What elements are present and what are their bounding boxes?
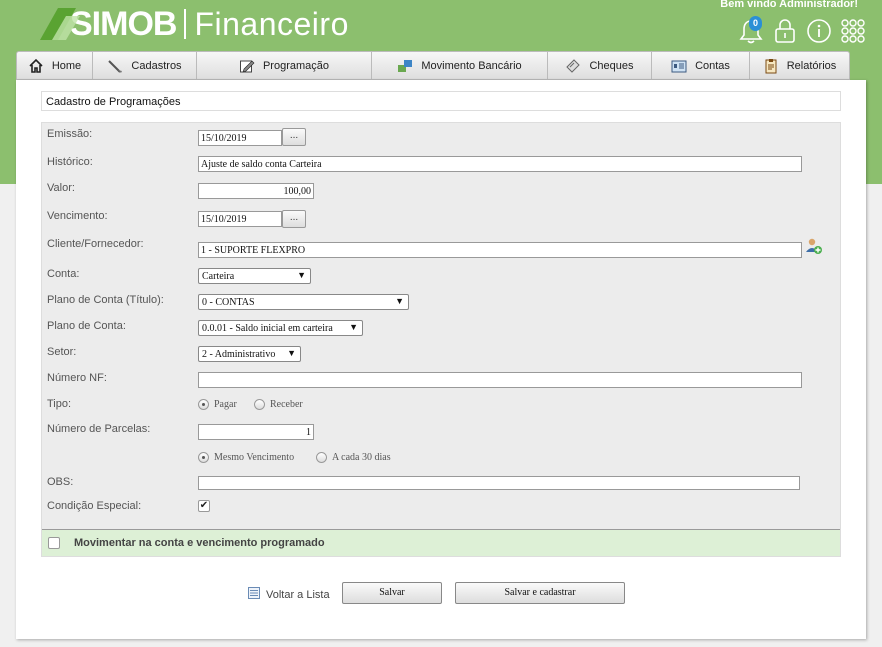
valor-field[interactable]: 100,00 bbox=[198, 183, 314, 199]
back-to-list-label: Voltar a Lista bbox=[266, 588, 330, 601]
movimentar-checkbox[interactable] bbox=[48, 537, 60, 549]
venc-30-radio[interactable]: A cada 30 dias bbox=[316, 452, 391, 463]
main-nav: Home Cadastros Programação Movimento Ban… bbox=[16, 51, 850, 80]
cheque-icon bbox=[565, 58, 581, 74]
info-icon[interactable] bbox=[806, 16, 832, 46]
radio-unselected-icon bbox=[316, 452, 327, 463]
setor-select-value: 2 - Administrativo bbox=[202, 349, 276, 360]
historico-label: Histórico: bbox=[47, 156, 93, 168]
cliente-field[interactable]: 1 - SUPORTE FLEXPRO bbox=[198, 242, 802, 258]
vencimento-field[interactable]: 15/10/2019 bbox=[198, 211, 282, 227]
valor-label: Valor: bbox=[47, 182, 75, 194]
edit-icon bbox=[239, 58, 255, 74]
vencimento-label: Vencimento: bbox=[47, 210, 108, 222]
movimentar-strip: Movimentar na conta e vencimento program… bbox=[42, 529, 840, 556]
dropdown-arrow-icon: ▼ bbox=[297, 270, 306, 280]
numero-nf-label: Número NF: bbox=[47, 372, 107, 384]
nav-label-cadastros: Cadastros bbox=[131, 59, 182, 72]
emissao-label: Emissão: bbox=[47, 128, 93, 140]
condicao-checkbox[interactable]: ✔ bbox=[198, 500, 210, 512]
plano-select-value: 0.0.01 - Saldo inicial em carteira bbox=[202, 323, 333, 334]
conta-select-value: Carteira bbox=[202, 271, 235, 282]
header-icons: 0 bbox=[738, 16, 866, 46]
lock-icon[interactable] bbox=[772, 16, 798, 46]
nav-item-movimento-bancario[interactable]: Movimento Bancário bbox=[372, 52, 548, 79]
nav-item-relatorios[interactable]: Relatórios bbox=[750, 52, 849, 79]
emissao-field[interactable]: 15/10/2019 bbox=[198, 130, 282, 146]
brand-logo[interactable]: SIMOB Financeiro bbox=[36, 2, 349, 46]
dropdown-arrow-icon: ▼ bbox=[349, 322, 358, 332]
nav-label-home: Home bbox=[51, 59, 82, 72]
nav-label-cheques: Cheques bbox=[589, 59, 634, 72]
conta-label: Conta: bbox=[47, 268, 80, 280]
tipo-pagar-radio[interactable]: Pagar bbox=[198, 399, 237, 410]
nav-label-contas: Contas bbox=[695, 59, 730, 72]
dropdown-arrow-icon: ▼ bbox=[287, 348, 296, 358]
emissao-date-picker-button[interactable]: ... bbox=[282, 128, 306, 146]
nav-item-cadastros[interactable]: Cadastros bbox=[93, 52, 197, 79]
notification-badge: 0 bbox=[749, 16, 762, 31]
nav-item-contas[interactable]: Contas bbox=[652, 52, 750, 79]
venc-30-label: A cada 30 dias bbox=[332, 452, 391, 463]
add-user-icon[interactable] bbox=[805, 237, 823, 258]
logo-swoosh-icon bbox=[36, 4, 84, 44]
radio-unselected-icon bbox=[254, 399, 265, 410]
logo-product: Financeiro bbox=[194, 5, 349, 42]
venc-mesmo-radio[interactable]: Mesmo Vencimento bbox=[198, 452, 294, 463]
accounts-icon bbox=[671, 58, 687, 74]
plano-titulo-label: Plano de Conta (Título): bbox=[47, 294, 164, 306]
tipo-receber-label: Receber bbox=[270, 399, 303, 410]
pencil-icon bbox=[107, 58, 123, 74]
tipo-label: Tipo: bbox=[47, 398, 72, 410]
home-icon bbox=[28, 58, 44, 74]
setor-select[interactable]: 2 - Administrativo ▼ bbox=[198, 346, 301, 362]
parcelas-label: Número de Parcelas: bbox=[47, 423, 151, 435]
plano-label: Plano de Conta: bbox=[47, 320, 126, 332]
vencimento-date-picker-button[interactable]: ... bbox=[282, 210, 306, 228]
conta-select[interactable]: Carteira ▼ bbox=[198, 268, 311, 284]
plano-titulo-select[interactable]: 0 - CONTAS ▼ bbox=[198, 294, 409, 310]
welcome-text: Bem vindo Administrador! bbox=[720, 0, 858, 10]
dropdown-arrow-icon: ▼ bbox=[395, 296, 404, 306]
save-and-new-button[interactable]: Salvar e cadastrar bbox=[455, 582, 625, 604]
nav-label-programacao: Programação bbox=[262, 59, 330, 72]
save-button[interactable]: Salvar bbox=[342, 582, 442, 604]
tipo-receber-radio[interactable]: Receber bbox=[254, 399, 303, 410]
condicao-label: Condição Especial: bbox=[47, 500, 142, 512]
bell-icon[interactable]: 0 bbox=[738, 16, 764, 46]
back-to-list-link[interactable]: Voltar a Lista bbox=[248, 587, 330, 602]
historico-field[interactable]: Ajuste de saldo conta Carteira bbox=[198, 156, 802, 172]
main-panel: Cadastro de Programações Emissão: 15/10/… bbox=[16, 80, 866, 639]
report-icon bbox=[763, 58, 779, 74]
transfer-icon bbox=[397, 58, 413, 74]
programacao-form: Emissão: 15/10/2019 ... Histórico: Ajust… bbox=[41, 122, 841, 557]
list-icon bbox=[248, 587, 260, 602]
venc-mesmo-label: Mesmo Vencimento bbox=[214, 452, 295, 463]
plano-titulo-select-value: 0 - CONTAS bbox=[202, 297, 255, 308]
cliente-label: Cliente/Fornecedor: bbox=[47, 238, 144, 250]
obs-label: OBS: bbox=[47, 476, 74, 488]
nav-item-programacao[interactable]: Programação bbox=[197, 52, 372, 79]
page-title: Cadastro de Programações bbox=[41, 91, 841, 111]
radio-selected-icon bbox=[198, 399, 209, 410]
nav-item-home[interactable]: Home bbox=[17, 52, 93, 79]
logo-separator bbox=[184, 9, 187, 39]
parcelas-field[interactable]: 1 bbox=[198, 424, 314, 440]
plano-select[interactable]: 0.0.01 - Saldo inicial em carteira ▼ bbox=[198, 320, 363, 336]
radio-selected-icon bbox=[198, 452, 209, 463]
tipo-pagar-label: Pagar bbox=[214, 399, 237, 410]
movimentar-label: Movimentar na conta e vencimento program… bbox=[74, 537, 325, 549]
nav-label-relatorios: Relatórios bbox=[786, 59, 837, 72]
logo-text: SIMOB bbox=[70, 4, 177, 43]
nav-label-movimento-bancario: Movimento Bancário bbox=[421, 59, 522, 72]
numero-nf-field[interactable] bbox=[198, 372, 802, 388]
setor-label: Setor: bbox=[47, 346, 77, 358]
nav-item-cheques[interactable]: Cheques bbox=[548, 52, 652, 79]
obs-textarea[interactable] bbox=[198, 476, 800, 490]
apps-grid-icon[interactable] bbox=[840, 16, 866, 46]
